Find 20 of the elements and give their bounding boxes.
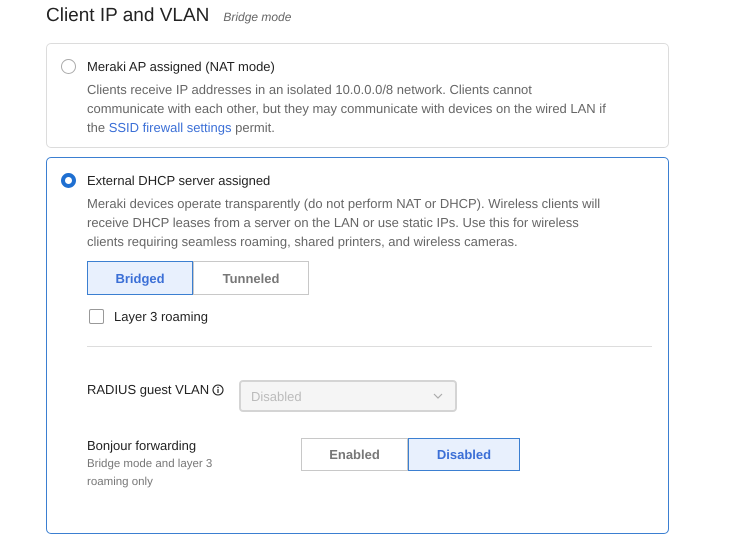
section-subtitle: Bridge mode — [223, 10, 292, 24]
segment-button[interactable]: Disabled — [408, 438, 520, 471]
radio-button[interactable] — [61, 59, 76, 74]
segment-button[interactable]: Tunneled — [193, 261, 309, 295]
segment-button[interactable]: Bridged — [87, 261, 193, 295]
option-label: External DHCP server assigned — [87, 173, 270, 188]
firewall-settings-link[interactable]: SSID firewall settings — [108, 120, 232, 135]
option-label: Meraki AP assigned (NAT mode) — [87, 59, 275, 74]
option-description: Clients receive IP addresses in an isolated 10.0.0.0/8 network. Clients cannot communicate with each other, but they may communicate with devices on the wired LAN if the SSID firewall settings permit. — [87, 81, 607, 137]
option-description: Meraki devices operate transparently (do not perform NAT or DHCP). Wireless clients will receive DHCP leases from a server on the LAN or use static IPs. Use this for wireless clients requiring seamless roaming, shared printers, and wireless cameras. — [87, 195, 602, 251]
checkbox-label: Layer 3 roaming — [114, 309, 208, 324]
field-label: RADIUS guest VLAN — [87, 382, 210, 397]
info-icon[interactable] — [212, 384, 224, 396]
segment-button[interactable]: Enabled — [301, 438, 408, 471]
checkbox[interactable] — [89, 309, 104, 324]
field-label: Bonjour forwarding — [87, 438, 198, 453]
radio-button[interactable] — [61, 173, 76, 188]
chevron-down-icon — [433, 393, 443, 399]
field-note: Bridge mode and layer 3 roaming only — [87, 457, 214, 490]
section-title: Client IP and VLAN — [46, 5, 210, 27]
